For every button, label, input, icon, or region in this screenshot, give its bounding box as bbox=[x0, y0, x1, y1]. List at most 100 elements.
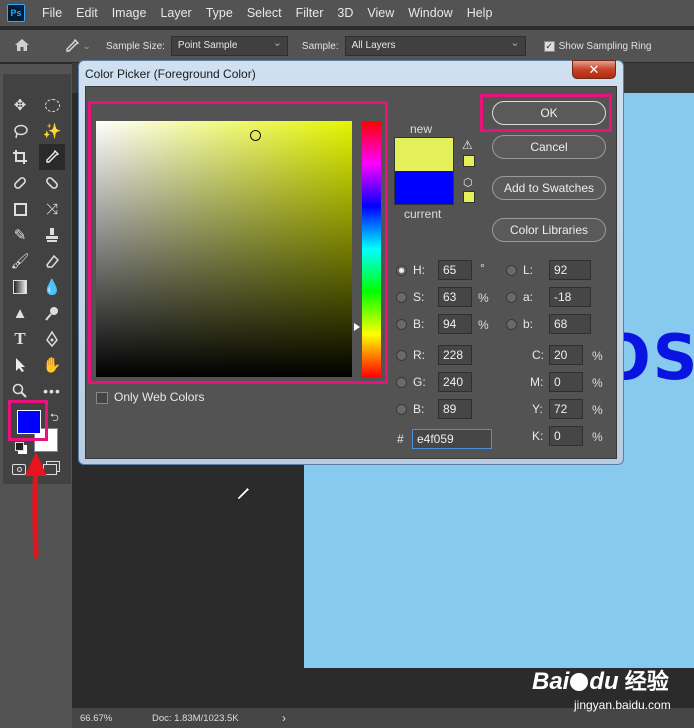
r-label: R: bbox=[413, 348, 425, 362]
eraser-tool-icon[interactable] bbox=[41, 250, 63, 272]
b-lab-radio[interactable] bbox=[506, 319, 517, 330]
red-arrow-annotation bbox=[25, 452, 47, 559]
s-unit: % bbox=[478, 291, 489, 305]
gamut-swatch[interactable] bbox=[463, 155, 475, 167]
path-selection-icon[interactable] bbox=[9, 354, 31, 376]
m-input[interactable]: 0 bbox=[549, 372, 583, 392]
menu-view[interactable]: View bbox=[360, 0, 401, 26]
eyedropper-tool-icon[interactable]: ⌄ bbox=[64, 38, 100, 54]
clone-stamp-icon[interactable] bbox=[41, 224, 63, 246]
baidu-url: jingyan.baidu.com bbox=[574, 698, 671, 712]
sample-label: Sample: bbox=[301, 40, 339, 52]
out-of-gamut-warning-icon[interactable]: ⚠ bbox=[462, 138, 473, 152]
options-bar: ⌄ Sample Size: Point Sample Sample: All … bbox=[0, 30, 694, 62]
add-to-swatches-button[interactable]: Add to Swatches bbox=[492, 176, 606, 200]
g-input[interactable]: 240 bbox=[438, 372, 472, 392]
eyedropper-icon[interactable] bbox=[39, 144, 65, 170]
more-tools-icon[interactable]: ••• bbox=[41, 380, 63, 402]
menu-3d[interactable]: 3D bbox=[330, 0, 360, 26]
lasso-tool-icon[interactable] bbox=[9, 120, 31, 142]
menu-layer[interactable]: Layer bbox=[153, 0, 198, 26]
y-unit: % bbox=[592, 403, 603, 417]
b-hsb-radio[interactable] bbox=[396, 319, 407, 330]
status-arrow-icon[interactable]: › bbox=[282, 711, 286, 725]
foreground-highlight bbox=[8, 400, 48, 441]
show-ring-checkbox[interactable]: ✓ bbox=[543, 40, 555, 52]
l-radio[interactable] bbox=[506, 265, 517, 276]
brush-tool-icon[interactable]: ✎ bbox=[9, 224, 31, 246]
hand-tool-icon[interactable]: ✋ bbox=[41, 354, 63, 376]
new-color-swatch bbox=[394, 137, 454, 171]
color-picker-dialog: Color Picker (Foreground Color) ✕ new cu… bbox=[78, 60, 624, 465]
move-tool-icon[interactable]: ✥ bbox=[9, 94, 31, 116]
web-safe-swatch[interactable] bbox=[463, 191, 475, 203]
dialog-close-button[interactable]: ✕ bbox=[572, 60, 616, 79]
a-input[interactable]: -18 bbox=[549, 287, 591, 307]
b-lab-input[interactable]: 68 bbox=[549, 314, 591, 334]
baidu-watermark: Bai du 经验 jingyan.baidu.com bbox=[532, 664, 671, 712]
gradient-tool-icon[interactable] bbox=[9, 276, 31, 298]
menu-type[interactable]: Type bbox=[199, 0, 240, 26]
menu-file[interactable]: File bbox=[35, 0, 69, 26]
color-libraries-button[interactable]: Color Libraries bbox=[492, 218, 606, 242]
magic-wand-icon[interactable]: ✨ bbox=[41, 120, 63, 142]
web-safe-cube-icon[interactable]: ⬡ bbox=[463, 176, 473, 189]
k-input[interactable]: 0 bbox=[549, 426, 583, 446]
hex-input[interactable]: e4f059 bbox=[412, 429, 492, 449]
menu-filter[interactable]: Filter bbox=[289, 0, 331, 26]
marquee-tool-icon[interactable] bbox=[41, 94, 63, 116]
zoom-tool-icon[interactable] bbox=[9, 380, 31, 402]
hue-slider[interactable] bbox=[354, 121, 381, 377]
b-rgb-label: B: bbox=[413, 402, 425, 416]
b-rgb-input[interactable]: 89 bbox=[438, 399, 472, 419]
b-hsb-label: B: bbox=[413, 317, 425, 331]
m-label: M: bbox=[530, 375, 544, 389]
sharpen-tool-icon[interactable]: ▲ bbox=[9, 302, 31, 324]
healing-brush-icon[interactable] bbox=[9, 172, 31, 194]
g-label: G: bbox=[413, 375, 426, 389]
sample-select[interactable]: All Layers bbox=[344, 34, 526, 56]
menu-image[interactable]: Image bbox=[105, 0, 154, 26]
blur-tool-icon[interactable]: 💧 bbox=[41, 276, 63, 298]
menu-window[interactable]: Window bbox=[401, 0, 459, 26]
type-tool-icon[interactable]: T bbox=[9, 328, 31, 350]
only-web-colors-checkbox[interactable] bbox=[96, 392, 108, 404]
h-unit: ° bbox=[480, 261, 485, 275]
b-hsb-unit: % bbox=[478, 318, 489, 332]
s-radio[interactable] bbox=[396, 292, 407, 303]
g-radio[interactable] bbox=[396, 377, 407, 388]
l-label: L: bbox=[523, 263, 534, 277]
sample-size-select[interactable]: Point Sample bbox=[170, 34, 288, 56]
h-radio[interactable] bbox=[396, 265, 407, 276]
a-radio[interactable] bbox=[506, 292, 517, 303]
r-radio[interactable] bbox=[396, 350, 407, 361]
new-label: new bbox=[410, 122, 433, 136]
menu-edit[interactable]: Edit bbox=[69, 0, 105, 26]
patch-tool-icon[interactable] bbox=[41, 172, 63, 194]
c-input[interactable]: 20 bbox=[549, 345, 583, 365]
y-input[interactable]: 72 bbox=[549, 399, 583, 419]
cancel-button[interactable]: Cancel bbox=[492, 135, 606, 159]
frame-tool-icon[interactable] bbox=[9, 198, 31, 220]
s-input[interactable]: 63 bbox=[438, 287, 472, 307]
history-brush-icon[interactable]: 🖌 bbox=[9, 250, 31, 272]
menu-help[interactable]: Help bbox=[460, 0, 500, 26]
h-input[interactable]: 65 bbox=[438, 260, 472, 280]
pen-tool-icon[interactable] bbox=[41, 328, 63, 350]
hue-slider-marker-icon[interactable] bbox=[354, 323, 360, 331]
eyedropper-cursor-icon bbox=[234, 485, 252, 506]
swap-colors-icon[interactable]: ⮌ bbox=[50, 409, 59, 428]
menu-bar: Ps File Edit Image Layer Type Select Fil… bbox=[0, 0, 694, 26]
home-icon[interactable] bbox=[14, 38, 44, 55]
ok-button-highlight bbox=[480, 94, 612, 132]
dodge-tool-icon[interactable] bbox=[41, 302, 63, 324]
l-input[interactable]: 92 bbox=[549, 260, 591, 280]
crop-tool-icon[interactable] bbox=[9, 146, 31, 168]
r-input[interactable]: 228 bbox=[438, 345, 472, 365]
zoom-level[interactable]: 66.67% bbox=[80, 713, 152, 724]
b-hsb-input[interactable]: 94 bbox=[438, 314, 472, 334]
menu-select[interactable]: Select bbox=[240, 0, 289, 26]
b-rgb-radio[interactable] bbox=[396, 404, 407, 415]
current-color-swatch[interactable] bbox=[394, 171, 454, 205]
content-aware-move-icon[interactable]: ⤨ bbox=[41, 198, 63, 220]
